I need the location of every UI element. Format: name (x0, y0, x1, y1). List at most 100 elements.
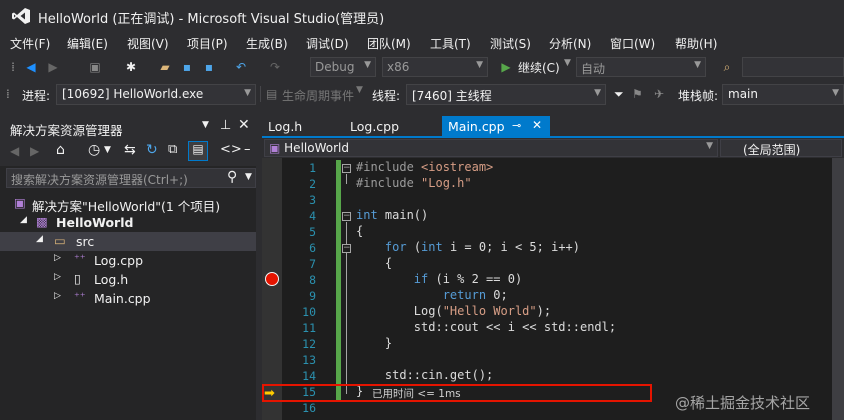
view-code-icon[interactable]: <> (220, 142, 242, 157)
tab-log-cpp[interactable]: Log.cpp (344, 116, 405, 138)
flag-threads-icon[interactable]: ⚑ (632, 87, 643, 101)
chevron-down-icon[interactable]: ▼ (104, 145, 111, 155)
watermark: @稀土掘金技术社区 (675, 394, 811, 412)
chevron-down-icon: ▼ (244, 88, 251, 98)
menu-help[interactable]: 帮助(H) (675, 35, 717, 52)
continue-button[interactable]: 继续(C) (518, 59, 560, 76)
chevron-down-icon[interactable]: ▼ (356, 85, 363, 95)
chevron-down-icon[interactable]: ▼ (564, 58, 571, 68)
tree-item-solution[interactable]: ▣ 解决方案"HelloWorld"(1 个项目) (0, 194, 256, 214)
line-number: 14 (302, 369, 316, 383)
auto-combo[interactable]: 自动 ▼ (576, 57, 706, 77)
menu-edit[interactable]: 编辑(E) (67, 35, 108, 52)
thread-value: [7460] 主线程 (412, 89, 492, 103)
line-number: 5 (309, 225, 316, 239)
collapse-all-icon[interactable]: ⧉ (168, 142, 177, 157)
tree-item-file[interactable]: ▷ ⁺⁺ Main.cpp (0, 289, 256, 308)
flag-all-threads-icon[interactable]: ✈ (654, 87, 664, 101)
overflow-icon[interactable]: – (244, 142, 251, 157)
collapse-region-icon[interactable]: − (342, 212, 351, 221)
tree-item-project[interactable]: ◢ ▩ HelloWorld (0, 213, 256, 232)
code-editor[interactable] (262, 158, 844, 420)
collapse-region-icon[interactable]: − (342, 164, 351, 173)
menu-file[interactable]: 文件(F) (10, 35, 50, 52)
back-icon[interactable]: ◀ (22, 58, 40, 76)
line-number: 8 (309, 273, 316, 287)
save-icon[interactable]: ▪ (178, 58, 196, 76)
menu-project[interactable]: 项目(P) (187, 35, 228, 52)
solution-search-input[interactable]: 搜索解决方案资源管理器(Ctrl+;) ⚲ ▼ (6, 168, 256, 188)
home-icon[interactable]: ⌂ (56, 142, 65, 158)
forward-icon[interactable]: ▶ (44, 58, 62, 76)
open-file-icon[interactable]: ▰ (156, 58, 174, 76)
collapsed-arrow-icon[interactable]: ▷ (54, 272, 61, 282)
line-number: 7 (309, 257, 316, 271)
configuration-combo[interactable]: Debug ▼ (310, 57, 376, 77)
perf-tip[interactable]: 已用时间 <= 1ms (372, 386, 461, 401)
chevron-down-icon[interactable]: ▼ (245, 172, 252, 182)
menu-team[interactable]: 团队(M) (367, 35, 411, 52)
stack-frame-value: main (728, 87, 758, 101)
code-line: { (356, 224, 364, 238)
pin-icon[interactable]: ⊸ (512, 119, 521, 132)
find-combo[interactable] (742, 57, 844, 77)
thread-combo[interactable]: [7460] 主线程 ▼ (406, 84, 606, 105)
menu-build[interactable]: 生成(B) (246, 35, 288, 52)
menu-test[interactable]: 测试(S) (490, 35, 531, 52)
tab-main-cpp[interactable]: Main.cpp ⊸ ✕ (442, 116, 550, 138)
forward-icon[interactable]: ▶ (30, 144, 39, 158)
debug-location-toolbar: ⁞ 进程: [10692] HelloWorld.exe ▼ ▤ 生命周期事件 ▼… (0, 80, 844, 108)
chevron-down-icon: ▼ (364, 60, 371, 70)
file-label: Main.cpp (94, 291, 151, 306)
filter-icon[interactable]: ⏷ (614, 87, 624, 102)
menu-window[interactable]: 窗口(W) (610, 35, 655, 52)
show-all-files-icon[interactable]: ▤ (188, 141, 208, 161)
pin-icon[interactable]: ⊥ (220, 118, 231, 133)
expanded-arrow-icon[interactable]: ◢ (36, 234, 43, 244)
collapsed-arrow-icon[interactable]: ▷ (54, 253, 61, 263)
vertical-scrollbar[interactable] (832, 158, 844, 420)
pending-changes-icon[interactable]: ◷ (88, 142, 100, 158)
lifecycle-events-button[interactable]: 生命周期事件 (282, 87, 354, 104)
menu-debug[interactable]: 调试(D) (306, 35, 349, 52)
new-project-icon[interactable]: ✱ (122, 58, 140, 76)
tree-item-file[interactable]: ▷ ⁺⁺ Log.cpp (0, 251, 256, 270)
menu-bar: 文件(F) 编辑(E) 视图(V) 项目(P) 生成(B) 调试(D) 团队(M… (0, 32, 844, 54)
collapse-region-icon[interactable]: − (342, 244, 351, 253)
code-line: if (i % 2 == 0) (413, 272, 523, 286)
menu-analyze[interactable]: 分析(N) (549, 35, 591, 52)
chevron-down-icon: ▼ (694, 60, 701, 70)
close-icon[interactable]: ✕ (532, 118, 542, 132)
cpp-file-icon: ⁺⁺ (74, 252, 86, 265)
tree-item-file[interactable]: ▷ ▯ Log.h (0, 270, 256, 289)
menu-tools[interactable]: 工具(T) (430, 35, 471, 52)
breakpoint-icon[interactable] (265, 272, 279, 286)
save-all-icon[interactable]: ▪ (200, 58, 218, 76)
stack-frame-combo[interactable]: main ▼ (722, 84, 844, 105)
sync-icon[interactable]: ⇆ (124, 142, 136, 158)
continue-play-icon[interactable]: ▶ (497, 58, 515, 76)
redo-icon[interactable]: ↷ (266, 58, 284, 76)
line-number: 11 (302, 321, 316, 335)
close-icon[interactable]: ✕ (238, 117, 250, 133)
find-in-files-icon[interactable]: ⌕ (718, 58, 736, 76)
tab-log-h[interactable]: Log.h (262, 116, 308, 138)
indicator-margin[interactable] (262, 158, 282, 420)
menu-view[interactable]: 视图(V) (127, 35, 169, 52)
scope-combo[interactable]: ▣ HelloWorld ▼ (264, 139, 718, 157)
platform-combo[interactable]: x86 ▼ (382, 57, 488, 77)
chevron-down-icon: ▼ (706, 141, 713, 151)
search-icon[interactable]: ⚲ (227, 169, 237, 185)
undo-icon[interactable]: ↶ (232, 58, 250, 76)
refresh-icon[interactable]: ↻ (146, 142, 158, 158)
window-position-dropdown-icon[interactable]: ▼ (202, 120, 209, 130)
new-item-icon[interactable]: ▣ (86, 58, 104, 76)
solution-explorer-toolbar: ◀ ▶ ⌂ ◷ ▼ ⇆ ↻ ⧉ ▤ <> – (0, 138, 256, 166)
process-combo[interactable]: [10692] HelloWorld.exe ▼ (56, 84, 256, 105)
tree-item-folder-src[interactable]: ◢ ▭ src (0, 232, 256, 251)
collapsed-arrow-icon[interactable]: ▷ (54, 291, 61, 301)
change-tracking-bar (336, 160, 341, 402)
back-icon[interactable]: ◀ (10, 144, 19, 158)
member-combo[interactable]: (全局范围) (720, 139, 842, 157)
expanded-arrow-icon[interactable]: ◢ (20, 215, 27, 225)
